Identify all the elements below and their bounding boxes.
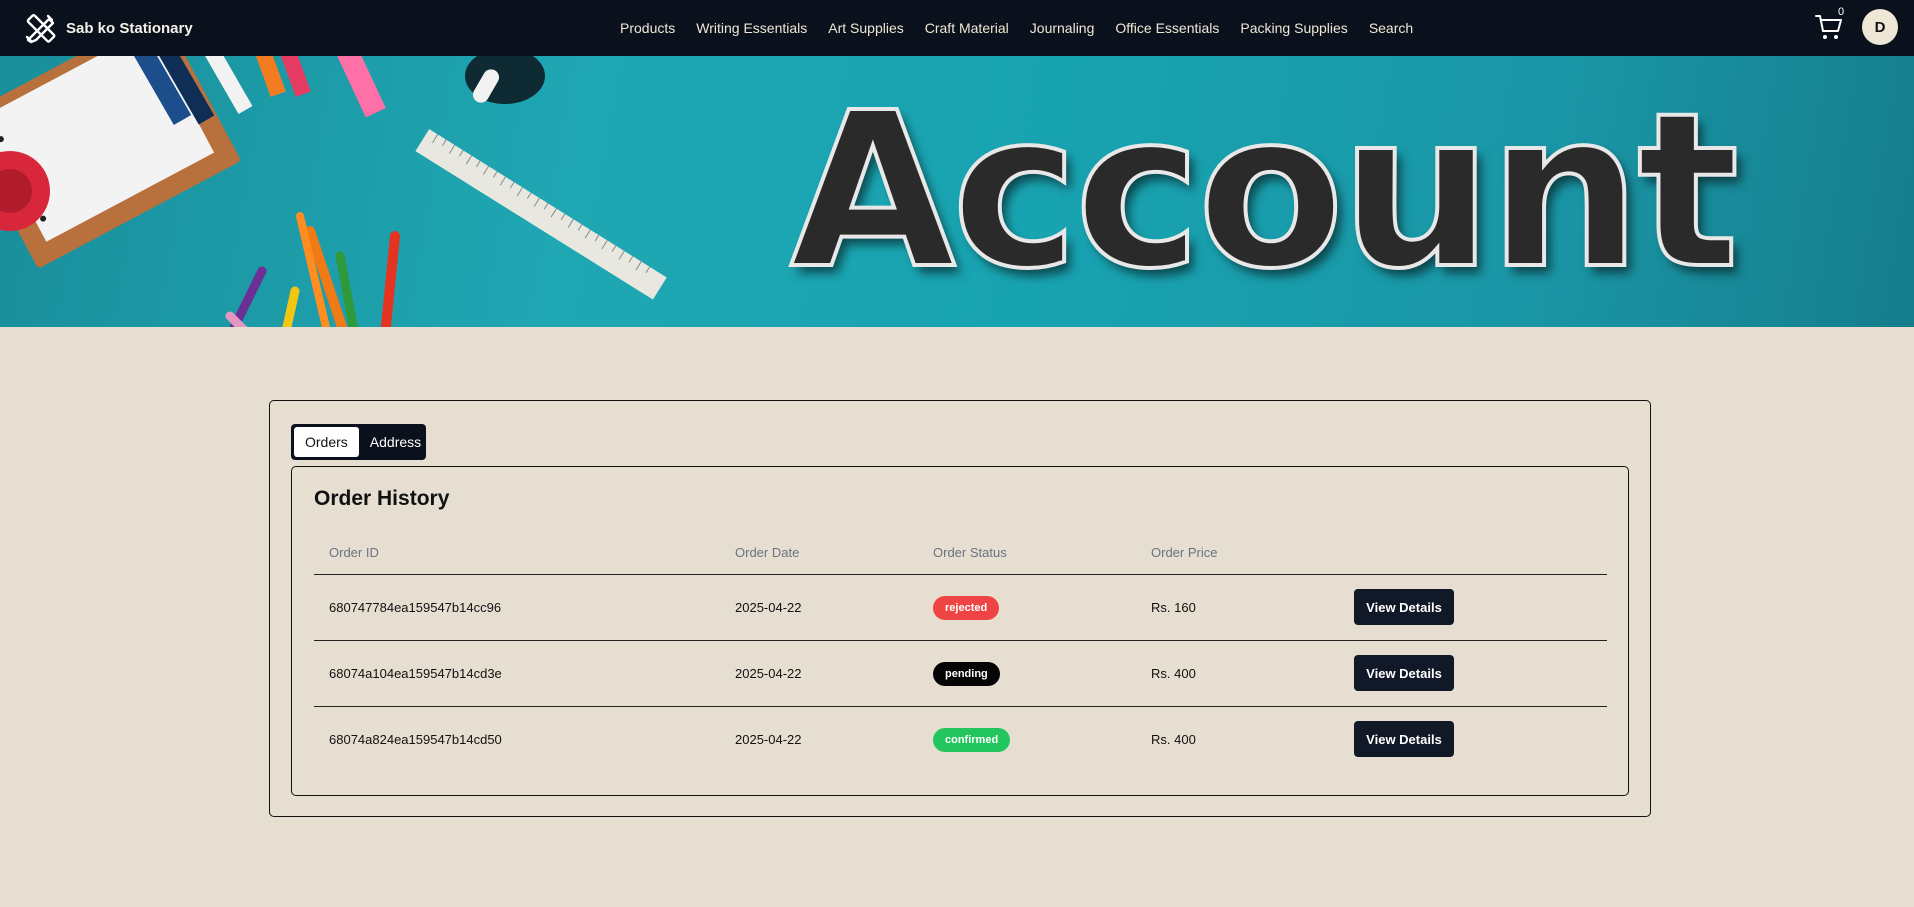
banner-title: Account [788,66,1741,316]
status-badge: pending [933,662,1000,686]
order-date: 2025-04-22 [735,600,802,615]
order-id: 68074a824ea159547b14cd50 [329,732,502,747]
nav-office-essentials[interactable]: Office Essentials [1115,20,1219,36]
nav-art-supplies[interactable]: Art Supplies [828,20,903,36]
order-history-card: Order History Order ID Order Date Order … [291,466,1629,796]
stationery-illustration [0,56,667,327]
order-id: 680747784ea159547b14cc96 [329,600,502,615]
order-history-title: Order History [314,487,450,510]
nav-writing-essentials[interactable]: Writing Essentials [696,20,807,36]
table-header: Order ID Order Date Order Status Order P… [314,529,1607,575]
col-order-price: Order Price [1151,545,1218,560]
table-row: 68074a104ea159547b14cd3e 2025-04-22 pend… [314,641,1607,707]
col-order-id: Order ID [329,545,379,560]
nav-journaling[interactable]: Journaling [1030,20,1095,36]
nav-search[interactable]: Search [1369,20,1413,36]
brand-link[interactable]: Sab ko Stationary [22,10,193,46]
view-details-button[interactable]: View Details [1354,589,1454,625]
nav-packing-supplies[interactable]: Packing Supplies [1240,20,1347,36]
brand-name: Sab ko Stationary [66,19,193,37]
tab-address[interactable]: Address [359,427,432,457]
status-badge: confirmed [933,728,1011,752]
pencil-ruler-icon [25,13,56,44]
top-navbar: Sab ko Stationary Products Writing Essen… [0,0,1914,56]
user-avatar[interactable]: D [1862,9,1898,45]
table-row: 68074a824ea159547b14cd50 2025-04-22 conf… [314,707,1607,773]
col-order-date: Order Date [735,545,800,560]
order-date: 2025-04-22 [735,732,802,747]
table-row: 680747784ea159547b14cc96 2025-04-22 reje… [314,575,1607,641]
cart-button[interactable]: 0 [1814,6,1848,44]
order-price: Rs. 160 [1151,600,1196,615]
nav-craft-material[interactable]: Craft Material [925,20,1009,36]
orders-table: Order ID Order Date Order Status Order P… [314,529,1607,773]
view-details-button[interactable]: View Details [1354,655,1454,691]
cart-count: 0 [1838,6,1845,18]
tab-orders[interactable]: Orders [294,427,359,457]
order-id: 68074a104ea159547b14cd3e [329,666,502,681]
status-badge: rejected [933,596,1000,620]
order-date: 2025-04-22 [735,666,802,681]
order-price: Rs. 400 [1151,732,1196,747]
col-order-status: Order Status [933,545,1007,560]
main-nav: Products Writing Essentials Art Supplies… [620,0,1413,56]
account-banner: Account [0,56,1914,327]
order-price: Rs. 400 [1151,666,1196,681]
view-details-button[interactable]: View Details [1354,721,1454,757]
account-tabs: Orders Address [291,424,426,460]
nav-products[interactable]: Products [620,20,675,36]
account-panel: Orders Address Order History Order ID Or… [269,400,1651,817]
